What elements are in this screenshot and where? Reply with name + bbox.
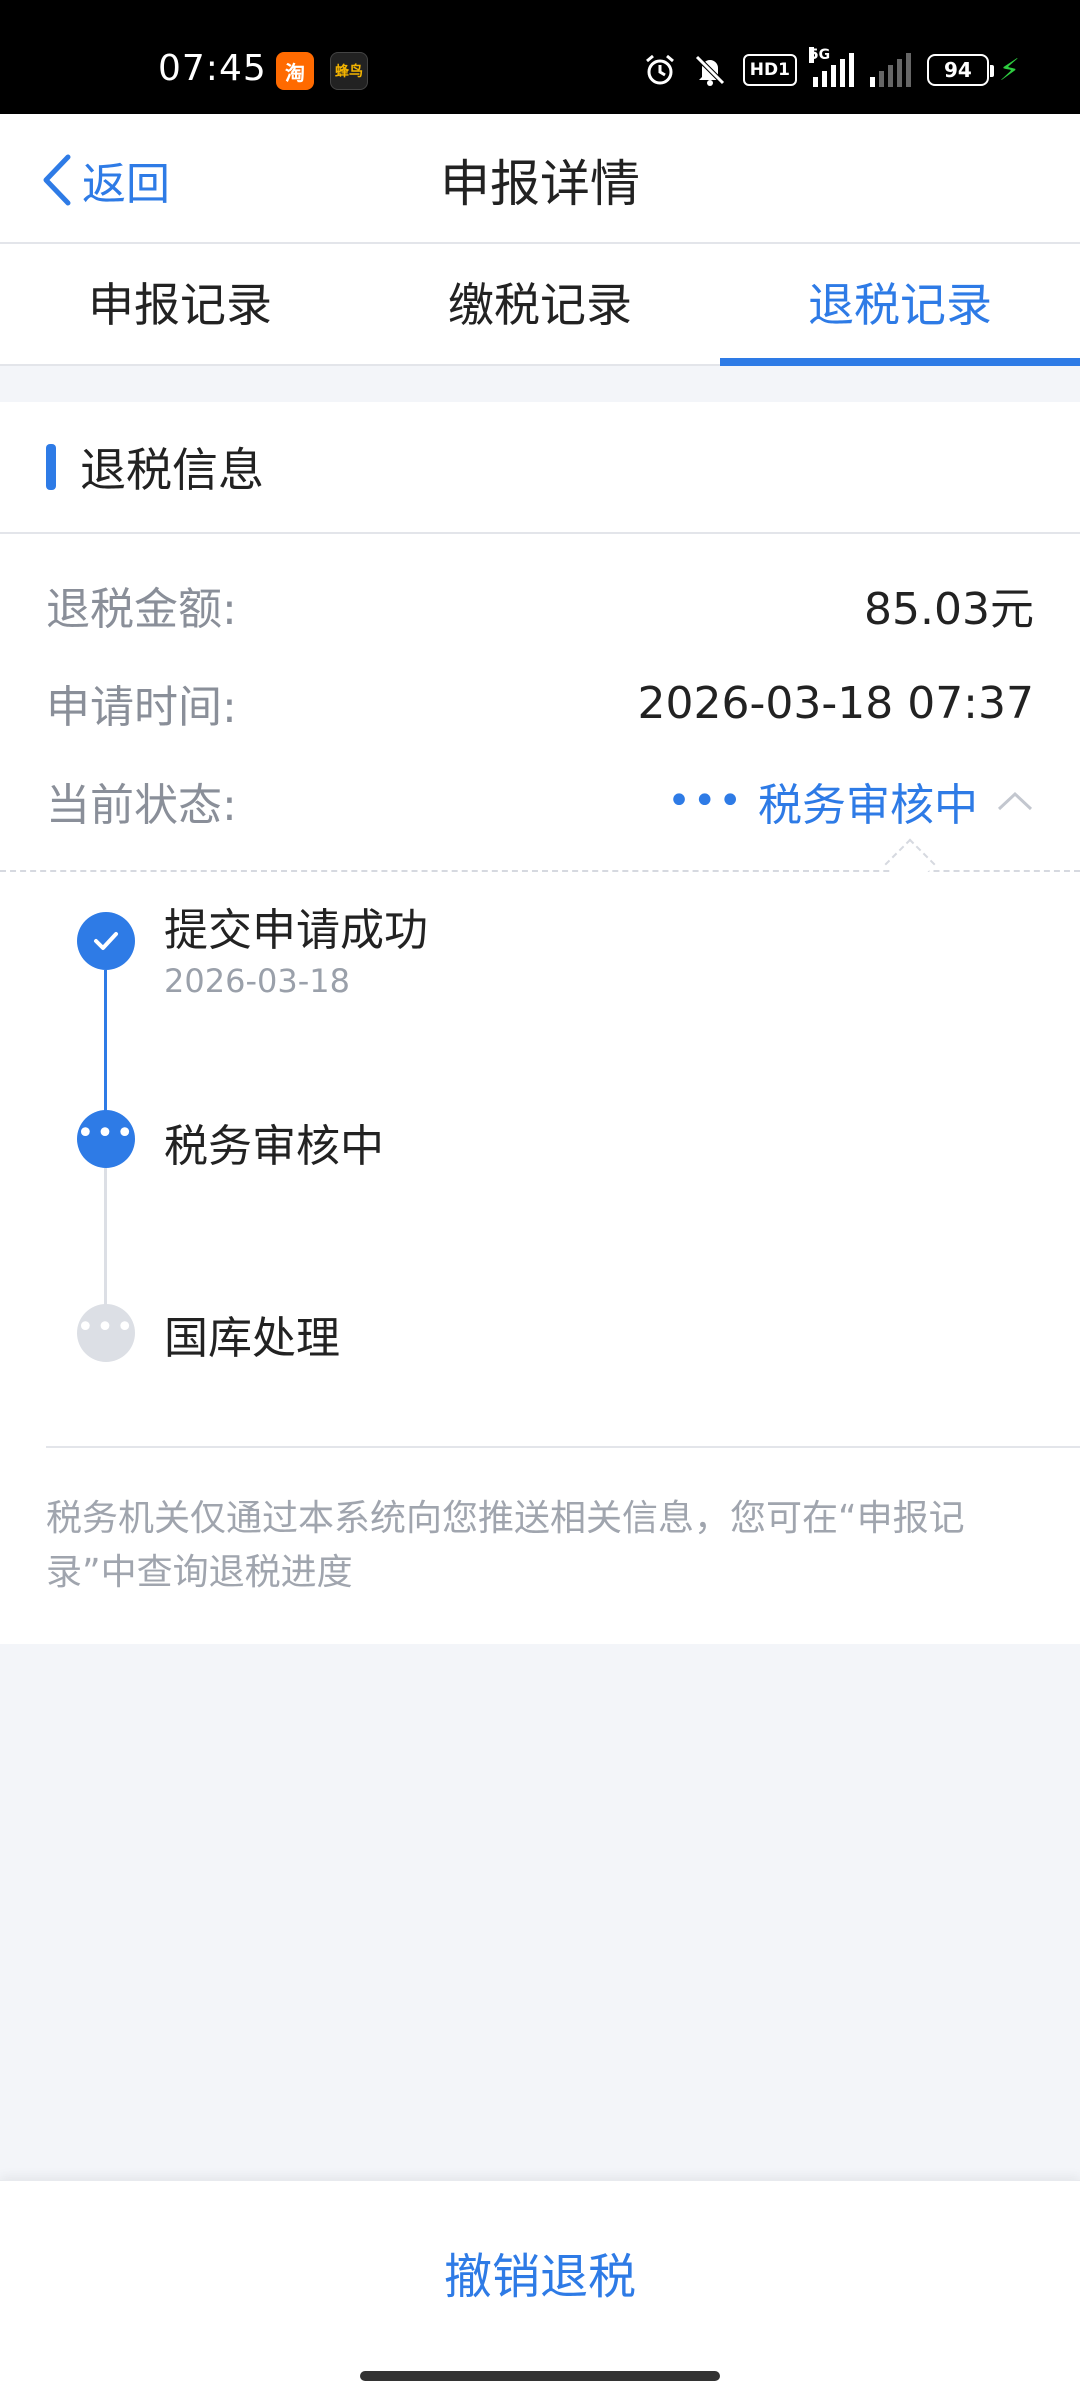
- charging-icon: ⚡: [998, 52, 1020, 88]
- status-toggle[interactable]: ••• 税务审核中: [667, 769, 1034, 833]
- info-note: 税务机关仅通过本系统向您推送相关信息，您可在“申报记录”中查询退税进度: [46, 1498, 965, 1593]
- timeline-step-title: 税务审核中: [164, 1121, 384, 1172]
- bottom-action-bar: 撤销退税: [0, 2180, 1080, 2400]
- section-accent-bar: [46, 444, 56, 490]
- status-dots-icon: •••: [667, 778, 744, 824]
- section-title: 退税信息: [80, 443, 264, 497]
- pending-icon: •••: [76, 1304, 135, 1362]
- timeline-step-title: 国库处理: [164, 1313, 340, 1364]
- timeline-step-date: 2026-03-18: [164, 962, 350, 1000]
- refund-amount-row: 退税金额: 85.03元: [0, 556, 1080, 654]
- apply-time-label: 申请时间:: [46, 682, 237, 733]
- section-header: 退税信息: [0, 402, 1080, 534]
- tab-declaration-records[interactable]: 申报记录: [0, 244, 360, 364]
- refund-amount-value: 85.03元: [864, 584, 1034, 635]
- apply-time-row: 申请时间: 2026-03-18 07:37: [0, 654, 1080, 752]
- check-icon: [77, 912, 135, 970]
- hd-icon: HD1: [742, 54, 797, 86]
- current-status-value: 税务审核中: [758, 780, 978, 831]
- alarm-icon: [643, 53, 677, 87]
- current-status-row: 当前状态: ••• 税务审核中: [0, 752, 1080, 850]
- taobao-app-icon: 淘: [276, 52, 314, 90]
- home-indicator[interactable]: [360, 2371, 720, 2381]
- status-bar: 07:45 淘 蜂鸟 HD1 5G 94 ⚡: [0, 0, 1080, 114]
- cancel-refund-button[interactable]: 撤销退税: [0, 2237, 1080, 2307]
- current-status-label: 当前状态:: [46, 780, 237, 831]
- signal-icon: [869, 53, 911, 87]
- status-time: 07:45: [158, 48, 267, 89]
- signal-5g-icon: 5G: [808, 47, 854, 87]
- mute-icon: [693, 53, 727, 87]
- progress-timeline: 提交申请成功 2026-03-18 ••• 税务审核中 ••• 国库处理: [0, 872, 1080, 1446]
- in-progress-icon: •••: [76, 1110, 135, 1168]
- battery-icon: 94: [926, 54, 994, 86]
- page-title: 申报详情: [440, 155, 640, 213]
- refund-amount-label: 退税金额:: [46, 584, 237, 635]
- tab-bar: 申报记录 缴税记录 退税记录: [0, 244, 1080, 366]
- refund-info-card: 退税信息 退税金额: 85.03元 申请时间: 2026-03-18 07:37…: [0, 402, 1080, 1644]
- chevron-up-icon: [997, 791, 1033, 811]
- apply-time-value: 2026-03-18 07:37: [637, 677, 1035, 729]
- nav-bar: 返回 申报详情: [0, 114, 1080, 244]
- fengniao-app-icon: 蜂鸟: [330, 52, 368, 90]
- tab-refund-records[interactable]: 退税记录: [720, 244, 1080, 366]
- tab-payment-records[interactable]: 缴税记录: [360, 244, 720, 364]
- timeline-step-title: 提交申请成功: [164, 905, 428, 956]
